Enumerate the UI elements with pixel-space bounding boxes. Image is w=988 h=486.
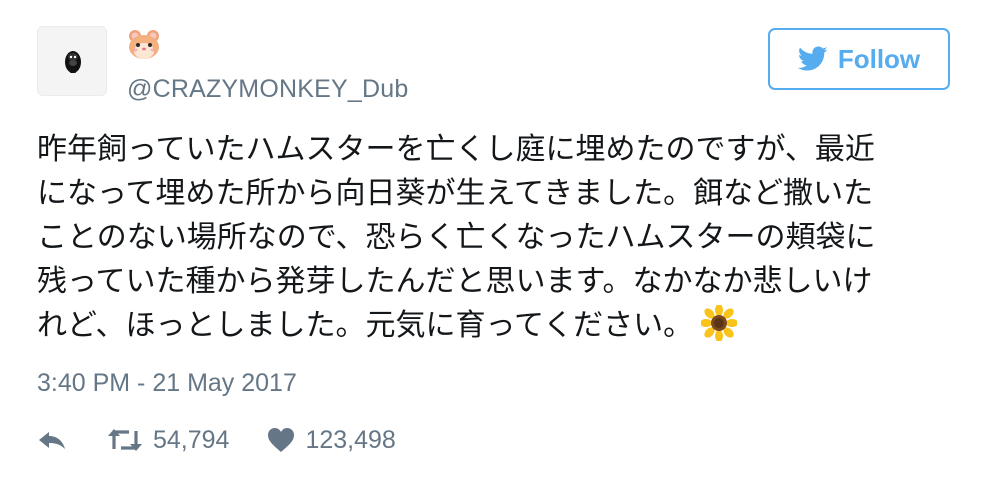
tweet-text-line: れど、ほっとしました。元気に育ってください。 (37, 308, 694, 343)
tweet-text-line: になって埋めた所から向日葵が生えてきました。餌など撒いた (37, 176, 874, 211)
tweet-actions: 54,794 123,498 (37, 422, 396, 458)
tweet-text-line: ことのない場所なので、恐らく亡くなったハムスターの頬袋に (37, 220, 876, 255)
sunflower-emoji (701, 305, 738, 341)
reply-button[interactable] (37, 428, 73, 452)
like-button[interactable]: 123,498 (267, 425, 396, 455)
tweet-timestamp[interactable]: 3:40 PM - 21 May 2017 (37, 368, 297, 398)
twitter-bird-icon (797, 46, 828, 71)
tweet-text-last-line: れど、ほっとしました。元気に育ってください。 (37, 304, 957, 348)
heart-icon (268, 428, 295, 452)
like-count: 123,498 (305, 426, 396, 454)
gorilla-avatar-icon (65, 51, 81, 73)
retweet-icon (108, 429, 142, 451)
follow-button-label: Follow (837, 44, 921, 74)
avatar[interactable] (37, 26, 107, 96)
hamster-emoji (127, 28, 161, 60)
retweet-button[interactable]: 54,794 (107, 425, 229, 455)
follow-button[interactable]: Follow (768, 28, 950, 90)
tweet-text-line: 昨年飼っていたハムスターを亡くし庭に埋めたのですが、最近 (37, 132, 875, 167)
retweet-count: 54,794 (153, 426, 230, 454)
tweet-card: @CRAZYMONKEY_Dub Follow 昨年飼っていたハムスターを亡くし… (0, 0, 988, 486)
reply-icon (39, 432, 65, 449)
tweet-text-line: 残っていた種から発芽したんだと思います。なかなか悲しいけ (37, 264, 873, 299)
user-handle[interactable]: @CRAZYMONKEY_Dub (127, 74, 408, 104)
tweet-text: 昨年飼っていたハムスターを亡くし庭に埋めたのですが、最近 になって埋めた所から向… (37, 128, 957, 348)
